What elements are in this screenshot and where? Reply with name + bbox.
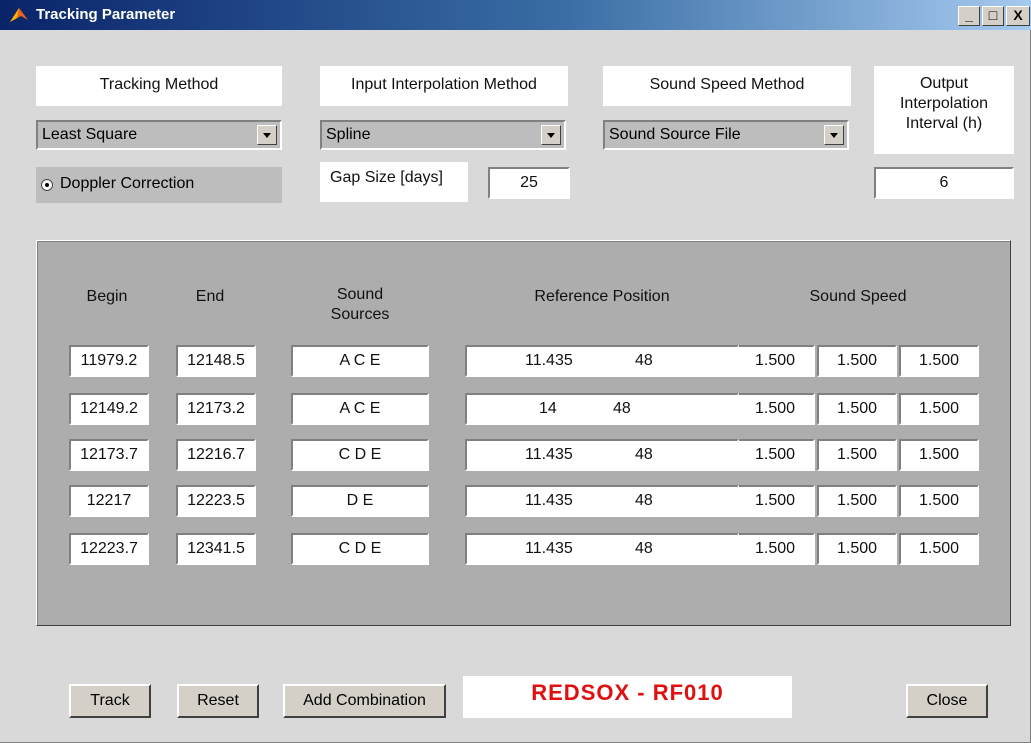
sound-sources-field[interactable]: A C E — [291, 345, 429, 377]
sound-speed-2-field[interactable]: 1.500 — [817, 439, 897, 471]
sound-sources-field[interactable]: C D E — [291, 439, 429, 471]
maximize-icon: □ — [988, 7, 998, 23]
sound-speed-method-select[interactable]: Sound Source File — [603, 120, 849, 150]
title-bar[interactable]: Tracking Parameter _ □ X — [0, 0, 1031, 30]
chevron-down-icon[interactable] — [541, 125, 561, 145]
sound-speed-method-label: Sound Speed Method — [603, 66, 851, 106]
sound-speed-1-field[interactable]: 1.500 — [735, 345, 815, 377]
reference-position-lon: 48 — [635, 352, 653, 369]
end-field[interactable]: 12148.5 — [176, 345, 256, 377]
input-interp-value: Spline — [326, 126, 371, 143]
end-field[interactable]: 12173.2 — [176, 393, 256, 425]
experiment-banner: REDSOX - RF010 — [463, 676, 792, 718]
end-field[interactable]: 12341.5 — [176, 533, 256, 565]
doppler-correction-label: Doppler Correction — [60, 175, 195, 192]
sound-speed-1-field[interactable]: 1.500 — [735, 393, 815, 425]
output-interval-label-line2: Interpolation — [899, 95, 989, 112]
sound-speed-1-field[interactable]: 1.500 — [735, 485, 815, 517]
reference-position-field[interactable]: 11.435 48 — [465, 439, 739, 471]
sound-speed-3-field[interactable]: 1.500 — [899, 345, 979, 377]
sound-sources-field[interactable]: C D E — [291, 533, 429, 565]
col-header-sound-speed: Sound Speed — [809, 288, 907, 305]
end-field[interactable]: 12223.5 — [176, 485, 256, 517]
gap-size-label: Gap Size [days] — [320, 162, 468, 202]
chevron-down-icon[interactable] — [824, 125, 844, 145]
close-icon: X — [1013, 7, 1023, 23]
begin-field[interactable]: 11979.2 — [69, 345, 149, 377]
col-header-sources-line2: Sources — [330, 306, 390, 323]
input-interp-label: Input Interpolation Method — [320, 66, 568, 106]
reference-position-lon: 48 — [635, 492, 653, 509]
close-button[interactable]: Close — [906, 684, 988, 718]
sound-speed-3-field[interactable]: 1.500 — [899, 393, 979, 425]
reference-position-lon: 48 — [613, 400, 631, 417]
radio-selected-icon[interactable] — [41, 179, 53, 191]
gap-size-field[interactable]: 25 — [488, 167, 570, 199]
sound-speed-1-field[interactable]: 1.500 — [735, 439, 815, 471]
sound-sources-field[interactable]: A C E — [291, 393, 429, 425]
sound-speed-3-field[interactable]: 1.500 — [899, 533, 979, 565]
sound-speed-1-field[interactable]: 1.500 — [735, 533, 815, 565]
reference-position-lon: 48 — [635, 446, 653, 463]
reference-position-field[interactable]: 11.435 48 — [465, 533, 739, 565]
sound-speed-3-field[interactable]: 1.500 — [899, 439, 979, 471]
reference-position-lat: 11.435 — [525, 492, 573, 509]
begin-field[interactable]: 12149.2 — [69, 393, 149, 425]
reference-position-field[interactable]: 11.435 48 — [465, 485, 739, 517]
track-button[interactable]: Track — [69, 684, 151, 718]
col-header-sources-line1: Sound — [336, 286, 384, 303]
sound-speed-2-field[interactable]: 1.500 — [817, 485, 897, 517]
tracking-parameter-window: Tracking Parameter _ □ X Tracking Method… — [0, 0, 1031, 743]
minimize-icon: _ — [965, 7, 973, 23]
add-combination-button[interactable]: Add Combination — [283, 684, 446, 718]
doppler-correction-radio[interactable]: Doppler Correction — [36, 167, 282, 203]
begin-field[interactable]: 12173.7 — [69, 439, 149, 471]
tracking-method-label: Tracking Method — [36, 66, 282, 106]
minimize-button[interactable]: _ — [958, 6, 980, 26]
reference-position-field[interactable]: 11.435 48 — [465, 345, 739, 377]
combination-panel: Begin End Sound Sources Reference Positi… — [36, 240, 1011, 626]
input-interp-select[interactable]: Spline — [320, 120, 566, 150]
sound-speed-method-value: Sound Source File — [609, 126, 741, 143]
output-interval-label-line1: Output — [919, 75, 969, 92]
output-interval-label: Output Interpolation Interval (h) — [874, 66, 1014, 154]
col-header-sources: Sound Sources — [291, 285, 429, 325]
output-interval-field[interactable]: 6 — [874, 167, 1014, 199]
col-header-begin: Begin — [86, 288, 128, 305]
sound-speed-3-field[interactable]: 1.500 — [899, 485, 979, 517]
col-header-end: End — [195, 288, 225, 305]
reset-button[interactable]: Reset — [177, 684, 259, 718]
sound-speed-2-field[interactable]: 1.500 — [817, 393, 897, 425]
output-interval-label-line3: Interval (h) — [905, 115, 983, 132]
reference-position-lat: 11.435 — [525, 540, 573, 557]
begin-field[interactable]: 12217 — [69, 485, 149, 517]
tracking-method-select[interactable]: Least Square — [36, 120, 282, 150]
reference-position-lon: 48 — [635, 540, 653, 557]
tracking-method-value: Least Square — [42, 126, 138, 143]
close-window-button[interactable]: X — [1006, 6, 1030, 26]
reference-position-lat: 11.435 — [525, 352, 573, 369]
sound-sources-field[interactable]: D E — [291, 485, 429, 517]
reference-position-field[interactable]: 14 48 — [465, 393, 739, 425]
end-field[interactable]: 12216.7 — [176, 439, 256, 471]
sound-speed-2-field[interactable]: 1.500 — [817, 345, 897, 377]
reference-position-lat: 14 — [539, 400, 557, 417]
begin-field[interactable]: 12223.7 — [69, 533, 149, 565]
sound-speed-2-field[interactable]: 1.500 — [817, 533, 897, 565]
maximize-button[interactable]: □ — [982, 6, 1004, 26]
chevron-down-icon[interactable] — [257, 125, 277, 145]
matlab-icon — [10, 8, 28, 22]
col-header-ref-position: Reference Position — [534, 288, 670, 305]
reference-position-lat: 11.435 — [525, 446, 573, 463]
window-title: Tracking Parameter — [36, 6, 176, 23]
